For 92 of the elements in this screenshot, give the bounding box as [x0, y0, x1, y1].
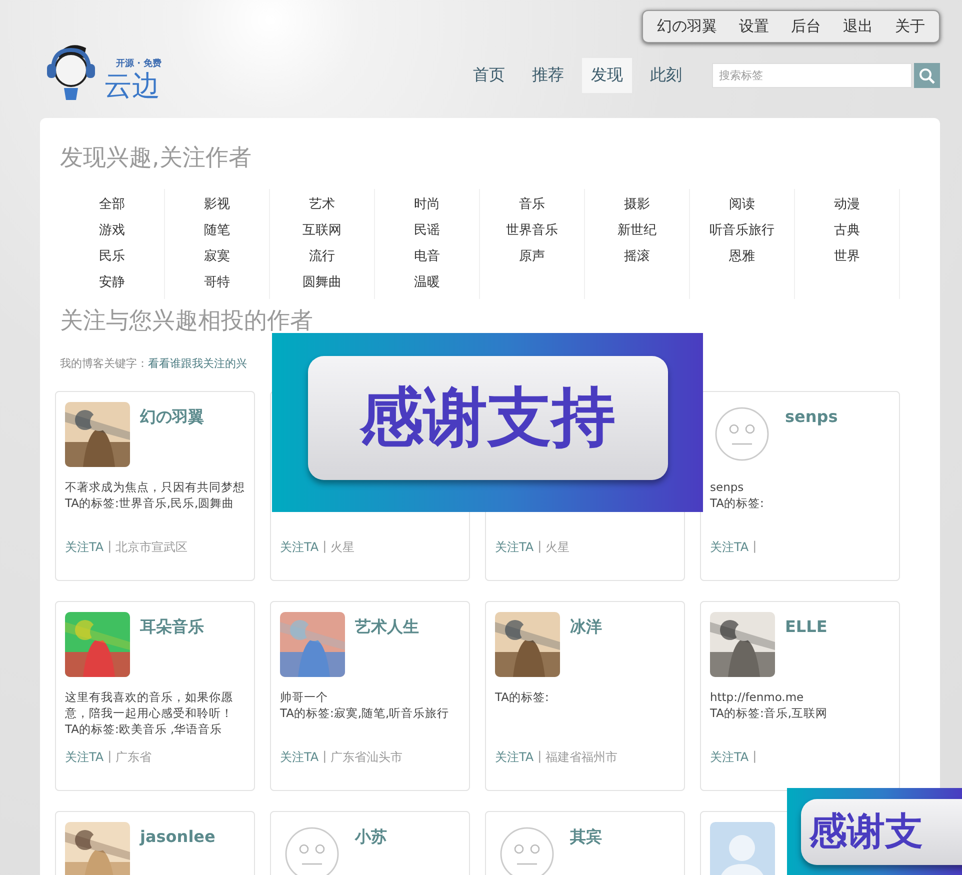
logo-tagline: 开源 · 免费 [116, 57, 162, 70]
author-name[interactable]: 小苏 [355, 827, 387, 875]
author-location: 北京市宣武区 [116, 539, 188, 556]
author-location: 福建省福州市 [546, 749, 618, 766]
author-name[interactable]: 其宾 [570, 827, 602, 875]
nav-item[interactable]: 推荐 [523, 58, 573, 93]
tag-link[interactable]: 世界 [834, 244, 860, 270]
user-silhouette-icon [710, 822, 775, 875]
menu-link[interactable]: 设置 [739, 17, 769, 36]
default-avatar-icon [714, 406, 770, 462]
banner-text: 感谢支 [809, 808, 923, 855]
tag-link[interactable]: 新世纪 [618, 218, 656, 244]
separator: | [538, 749, 542, 765]
search-button[interactable] [914, 63, 940, 88]
menu-link[interactable]: 后台 [791, 17, 821, 36]
author-name[interactable]: jasonlee [140, 827, 216, 875]
tag-link[interactable]: 民谣 [414, 218, 440, 244]
follow-link[interactable]: 关注TA [710, 539, 749, 556]
separator: | [752, 539, 757, 555]
tag-link[interactable]: 摄影 [624, 192, 650, 218]
follow-link[interactable]: 关注TA [495, 749, 534, 766]
author-name[interactable]: 耳朵音乐 [140, 617, 204, 677]
tag-link[interactable]: 原声 [519, 244, 545, 270]
author-description: http://fenmo.me [710, 689, 805, 705]
author-location: 火星 [546, 539, 570, 556]
author-description: 不著求成为焦点，只因有共同梦想 [65, 479, 245, 495]
nav-item[interactable]: 首页 [464, 58, 514, 93]
separator: | [538, 539, 542, 555]
author-name[interactable]: senps [785, 407, 838, 467]
tag-link[interactable]: 古典 [834, 218, 860, 244]
tag-link[interactable]: 世界音乐 [506, 218, 558, 244]
tag-link[interactable]: 互联网 [302, 218, 342, 244]
separator: | [108, 539, 112, 555]
tag-link[interactable]: 圆舞曲 [302, 270, 342, 296]
menu-link[interactable]: 关于 [895, 17, 925, 36]
separator: | [752, 749, 757, 765]
menu-link[interactable]: 幻の羽翼 [657, 17, 717, 36]
tag-link[interactable]: 游戏 [99, 218, 125, 244]
tag-link[interactable]: 电音 [414, 244, 440, 270]
author-description: TA的标签:音乐,互联网 [710, 705, 829, 721]
author-description: TA的标签:寂寞,随笔,听音乐旅行 [280, 705, 450, 721]
author-location: 广东省汕头市 [330, 749, 403, 766]
nav-item[interactable]: 发现 [582, 58, 632, 93]
tag-link[interactable]: 温暖 [414, 270, 440, 296]
separator: | [108, 749, 112, 765]
author-location: 广东省 [116, 749, 152, 766]
follow-link[interactable]: 关注TA [65, 749, 104, 766]
tag-link[interactable]: 民乐 [99, 244, 125, 270]
separator: | [322, 749, 327, 765]
logo-text: 云边 [104, 70, 160, 102]
author-name[interactable]: 冰洋 [570, 617, 602, 677]
keywords-link[interactable]: 看看谁跟我关注的兴 [148, 356, 247, 371]
tag-link[interactable]: 动漫 [834, 192, 860, 218]
separator: | [322, 539, 327, 555]
follow-link[interactable]: 关注TA [65, 539, 104, 556]
section-title: 发现兴趣,关注作者 [60, 144, 252, 173]
follow-link[interactable]: 关注TA [495, 539, 534, 556]
author-description: 这里有我喜欢的音乐，如果你愿意，陪我一起用心感受和聆听！ [65, 689, 234, 721]
tag-link[interactable]: 时尚 [414, 192, 440, 218]
tag-link[interactable]: 全部 [99, 192, 125, 218]
follow-link[interactable]: 关注TA [710, 749, 749, 766]
search-icon [919, 68, 935, 84]
author-description: TA的标签: [495, 689, 550, 705]
tag-link[interactable]: 寂寞 [204, 244, 230, 270]
tag-link[interactable]: 摇滚 [624, 244, 650, 270]
tag-link[interactable]: 艺术 [309, 192, 335, 218]
tag-link[interactable]: 随笔 [204, 218, 230, 244]
tag-link[interactable]: 影视 [204, 192, 230, 218]
author-description: 帅哥一个 [280, 689, 329, 705]
tag-link[interactable]: 哥特 [204, 270, 230, 296]
follow-link[interactable]: 关注TA [280, 749, 319, 766]
follow-link[interactable]: 关注TA [280, 539, 319, 556]
tag-link[interactable]: 音乐 [519, 192, 545, 218]
nav-item[interactable]: 此刻 [641, 58, 691, 93]
author-description: senps [710, 479, 745, 495]
author-description: TA的标签:欧美音乐 ,华语音乐 [65, 721, 224, 737]
author-description: TA的标签: [710, 495, 765, 511]
tag-link[interactable]: 流行 [309, 244, 335, 270]
section-title: 关注与您兴趣相投的作者 [60, 307, 314, 336]
tag-link[interactable]: 恩雅 [729, 244, 755, 270]
author-description: TA的标签:世界音乐,民乐,圆舞曲 [65, 495, 236, 511]
author-name[interactable]: ELLE [785, 617, 828, 677]
tag-link[interactable]: 阅读 [729, 192, 755, 218]
menu-link[interactable]: 退出 [843, 17, 873, 36]
author-location: 火星 [330, 539, 355, 556]
author-name[interactable]: 艺术人生 [355, 617, 419, 677]
search-field[interactable]: 搜索标签 [712, 63, 912, 88]
keywords-label: 我的博客关键字： [60, 356, 148, 371]
banner-text: 感谢支持 [360, 380, 616, 457]
author-name[interactable]: 幻の羽翼 [140, 407, 204, 467]
tag-link[interactable]: 听音乐旅行 [710, 218, 774, 244]
tag-link[interactable]: 安静 [99, 270, 125, 296]
